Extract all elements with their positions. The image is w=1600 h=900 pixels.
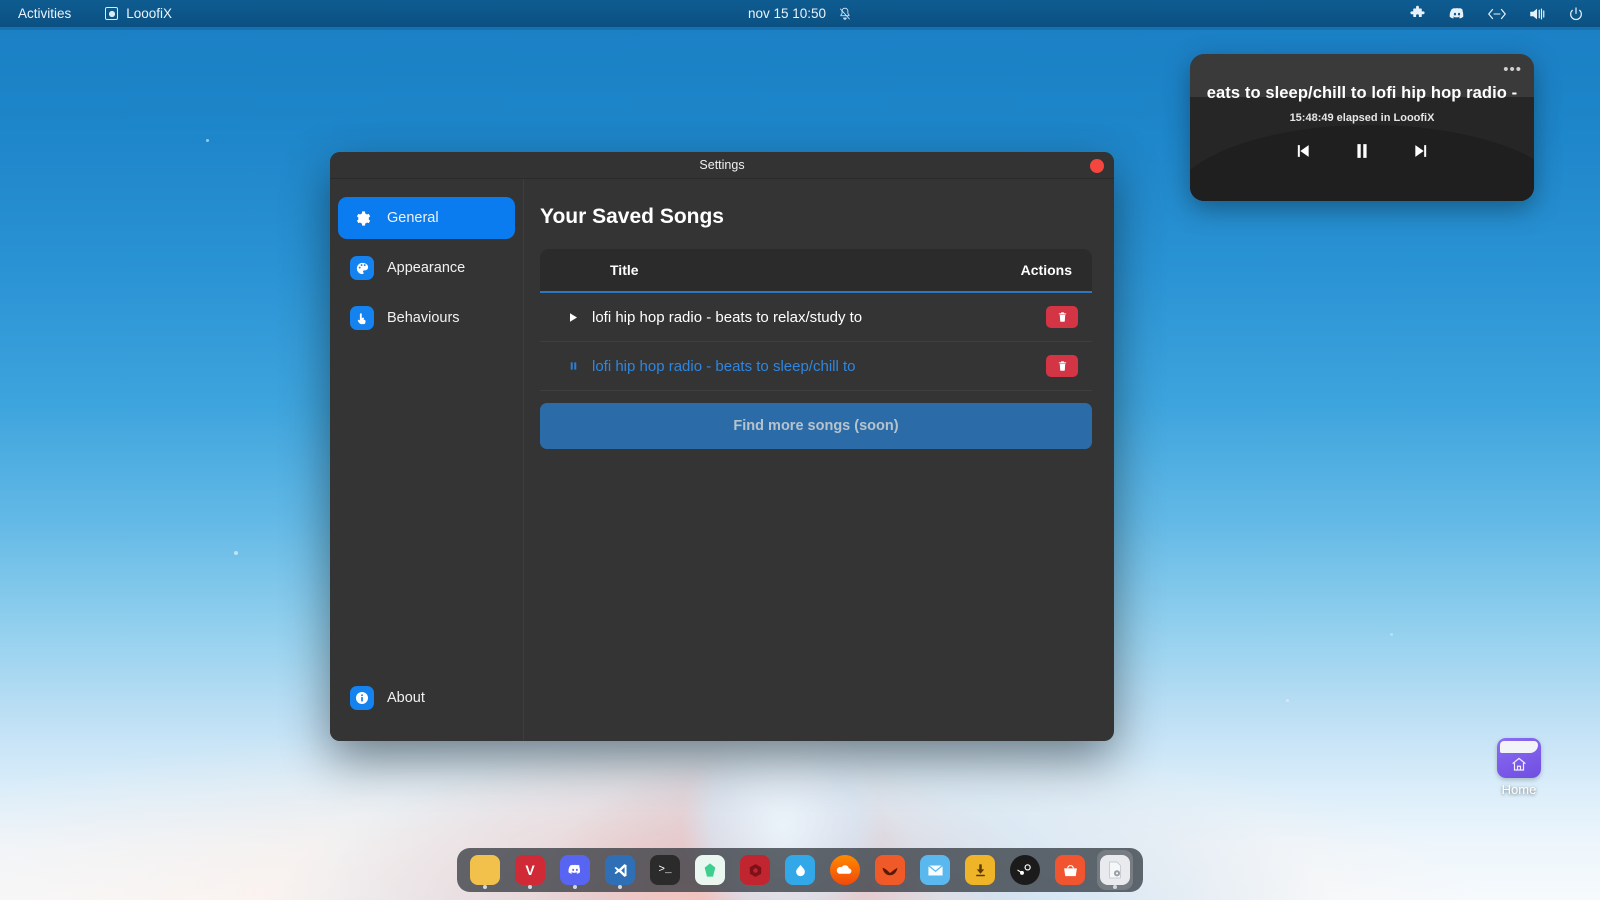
media-player-widget: ••• eats to sleep/chill to lofi hip hop … [1190,54,1534,201]
document-gear-icon[interactable] [1100,855,1130,885]
media-status: 15:48:49 elapsed in LooofiX [1190,112,1534,124]
settings-content: Your Saved Songs Title Actions lofi hip … [524,179,1114,741]
app-menu-button[interactable]: LooofiX [105,6,172,21]
shopping-bag-icon[interactable] [1055,855,1085,885]
song-title: lofi hip hop radio - beats to sleep/chil… [592,358,856,375]
saved-songs-table: Title Actions lofi hip hop radio - beats… [540,249,1092,391]
power-icon[interactable] [1568,6,1584,22]
media-track-title: eats to sleep/chill to lofi hip hop radi… [1190,84,1534,103]
bell-slash-icon [838,7,852,21]
delete-song-button[interactable] [1046,306,1078,328]
steam-icon[interactable] [1010,855,1040,885]
settings-window: Settings General [330,152,1114,741]
dock-slot-files[interactable] [467,850,503,890]
dock-slot-obsidian[interactable] [692,850,728,890]
media-menu-button[interactable]: ••• [1503,62,1522,77]
dock: V >_ [457,848,1143,892]
table-row[interactable]: lofi hip hop radio - beats to sleep/chil… [540,342,1092,391]
pause-icon[interactable] [554,360,592,372]
song-title: lofi hip hop radio - beats to relax/stud… [592,309,862,326]
clock-label: nov 15 10:50 [748,6,826,21]
activities-label: Activities [18,6,71,21]
wallpaper-star [234,551,238,555]
dock-slot-app-blue[interactable] [782,850,818,890]
dock-slot-vivaldi[interactable]: V [512,850,548,890]
discord-icon[interactable] [1448,5,1466,23]
wallpaper-star [1390,633,1393,636]
gear-icon [350,206,374,230]
sidebar-item-behaviours[interactable]: Behaviours [338,297,515,339]
palette-icon [350,256,374,280]
dock-slot-soundcloud[interactable] [827,850,863,890]
terminal-icon[interactable]: >_ [650,855,680,885]
sidebar-item-about[interactable]: About [338,677,515,719]
dock-slot-discord[interactable] [557,850,593,890]
sidebar-item-appearance[interactable]: Appearance [338,247,515,289]
table-header: Title Actions [540,249,1092,293]
window-title: Settings [699,158,744,172]
close-button[interactable] [1090,159,1104,173]
extensions-icon[interactable] [1409,5,1426,22]
page-title: Your Saved Songs [540,205,1092,229]
hand-pointer-icon [350,306,374,330]
dock-slot-shop[interactable] [1052,850,1088,890]
clock-area[interactable]: nov 15 10:50 [748,6,852,21]
settings-sidebar: General Appearance [330,179,524,741]
folder-icon[interactable] [470,855,500,885]
sidebar-item-general[interactable]: General [338,197,515,239]
fox-icon[interactable] [875,855,905,885]
running-indicator [1113,885,1117,889]
dock-slot-app-fox[interactable] [872,850,908,890]
desktop-icon-home[interactable]: Home [1480,738,1558,797]
wallpaper-star [1286,699,1289,702]
sidebar-item-label: Appearance [387,260,465,276]
next-track-button[interactable] [1407,137,1437,165]
home-folder-icon [1497,738,1541,778]
hexagon-icon[interactable] [740,855,770,885]
play-icon[interactable] [554,311,592,324]
sidebar-item-label: Behaviours [387,310,460,326]
wallpaper-star [206,139,209,142]
previous-track-button[interactable] [1287,137,1317,165]
sidebar-item-label: General [387,210,439,226]
vivaldi-icon[interactable]: V [515,855,545,885]
delete-song-button[interactable] [1046,355,1078,377]
running-indicator [573,885,577,889]
cloud-icon[interactable] [830,855,860,885]
dock-slot-downloader[interactable] [962,850,998,890]
dock-slot-vscode[interactable] [602,850,638,890]
info-icon [350,686,374,710]
column-header-actions: Actions [1021,262,1072,278]
find-more-songs-button[interactable]: Find more songs (soon) [540,403,1092,449]
running-indicator [483,885,487,889]
dock-slot-looofix[interactable] [1097,850,1133,890]
window-title-bar: Settings [330,152,1114,179]
top-bar: Activities LooofiX nov 15 10:50 [0,0,1600,27]
media-controls [1190,136,1534,166]
discord-icon[interactable] [560,855,590,885]
sidebar-item-label: About [387,690,425,706]
pause-button[interactable] [1347,136,1377,166]
gem-icon[interactable] [695,855,725,885]
dock-slot-mail[interactable] [917,850,953,890]
running-indicator [528,885,532,889]
app-menu-label: LooofiX [126,6,172,21]
dock-slot-app-red[interactable] [737,850,773,890]
download-icon[interactable] [965,855,995,885]
desktop: Activities LooofiX nov 15 10:50 [0,0,1600,900]
volume-icon[interactable] [1528,6,1546,22]
gear-square-icon [105,7,118,20]
table-row[interactable]: lofi hip hop radio - beats to relax/stud… [540,293,1092,342]
dock-slot-terminal[interactable]: >_ [647,850,683,890]
activities-button[interactable]: Activities [18,6,71,21]
droplet-icon[interactable] [785,855,815,885]
dock-slot-steam[interactable] [1007,850,1043,890]
desktop-icon-label: Home [1502,782,1537,797]
vscode-icon[interactable] [605,855,635,885]
column-header-title: Title [610,262,639,278]
running-indicator [618,885,622,889]
envelope-icon[interactable] [920,855,950,885]
network-icon[interactable] [1488,7,1506,21]
